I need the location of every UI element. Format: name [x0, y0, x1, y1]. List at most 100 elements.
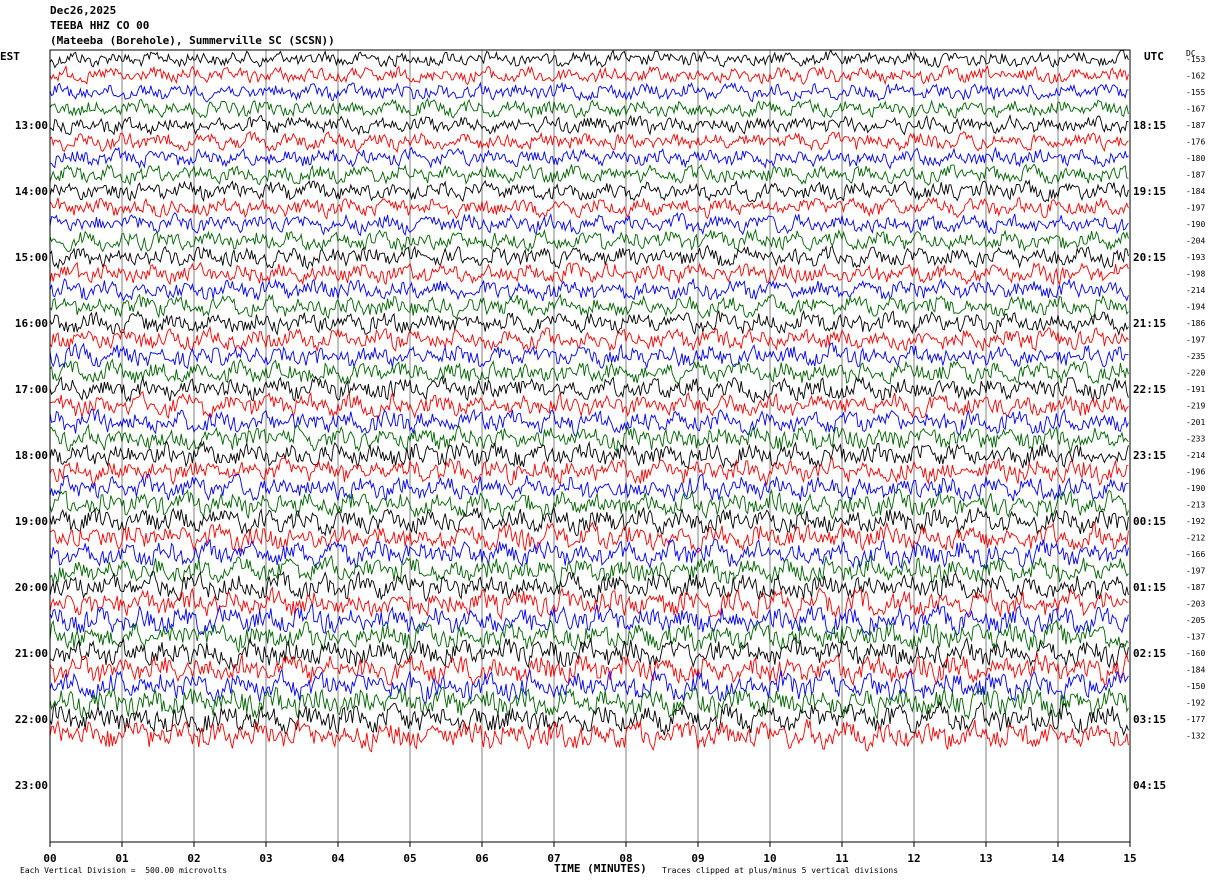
x-tick-label: 10	[763, 852, 776, 865]
x-tick-label: 15	[1123, 852, 1136, 865]
dc-offset-label: -197	[1186, 567, 1205, 576]
x-tick-label: 06	[475, 852, 489, 865]
trace-line	[49, 146, 1129, 170]
trace-line	[49, 97, 1129, 120]
x-tick-label: 13	[979, 852, 992, 865]
trace-line	[49, 196, 1129, 220]
dc-offset-label: -180	[1186, 154, 1205, 163]
est-hour-label: 21:00	[15, 647, 48, 660]
x-tick-label: 02	[187, 852, 200, 865]
dc-offset-label: -192	[1186, 699, 1205, 708]
dc-offset-label: -220	[1186, 369, 1205, 378]
trace-line	[49, 228, 1129, 253]
trace-line	[49, 81, 1129, 103]
est-hour-label: 14:00	[15, 185, 48, 198]
dc-offset-label: -198	[1186, 270, 1205, 279]
utc-hour-label: 22:15	[1133, 383, 1166, 396]
station-location: (Mateeba (Borehole), Summerville SC (SCS…	[50, 34, 335, 47]
dc-offset-label: -160	[1186, 649, 1205, 658]
trace-line	[49, 211, 1129, 237]
trace-line	[49, 358, 1129, 387]
trace-line	[49, 342, 1129, 370]
trace-line	[49, 473, 1129, 503]
helicorder-plot: 00 01 02 03 04 05 06 07 08 09 10 11 12 13 14 15 13:0014…	[15, 49, 1205, 865]
est-hour-label: 16:00	[15, 317, 48, 330]
dc-offset-label: -187	[1186, 583, 1205, 592]
x-tick-label: 00	[43, 852, 56, 865]
x-tick-label: 03	[259, 852, 272, 865]
scale-note: Each Vertical Division = 500.00 microvol…	[20, 866, 228, 875]
utc-hour-label: 20:15	[1133, 251, 1166, 264]
trace-line	[49, 554, 1129, 588]
trace-line	[49, 130, 1129, 154]
dc-offset-label: -197	[1186, 204, 1205, 213]
trace-line	[49, 244, 1129, 271]
est-hour-label: 19:00	[15, 515, 48, 528]
dc-offset-label: -191	[1186, 385, 1205, 394]
dc-offset-label: -190	[1186, 484, 1205, 493]
dc-offset-label: -190	[1186, 220, 1205, 229]
dc-offset-label: -212	[1186, 534, 1205, 543]
dc-offset-label: -214	[1186, 286, 1205, 295]
trace-line	[49, 718, 1129, 753]
dc-offset-label: -213	[1186, 501, 1205, 510]
utc-hour-label: 01:15	[1133, 581, 1166, 594]
dc-offset-label: -214	[1186, 451, 1205, 460]
utc-hour-label: 04:15	[1133, 779, 1166, 792]
dc-offset-label: -186	[1186, 319, 1205, 328]
dc-offset-label: -219	[1186, 402, 1205, 411]
chart-date: Dec26,2025	[50, 4, 117, 17]
clip-note: Traces clipped at plus/minus 5 vertical …	[662, 866, 899, 875]
trace-line	[49, 277, 1129, 302]
est-axis-label: EST	[0, 50, 20, 63]
est-hour-label: 20:00	[15, 581, 48, 594]
est-hour-label: 22:00	[15, 713, 48, 726]
dc-offset-label: -177	[1186, 715, 1205, 724]
utc-hour-label: 18:15	[1133, 119, 1166, 132]
trace-line	[49, 65, 1129, 86]
utc-hour-label: 02:15	[1133, 647, 1166, 660]
x-tick-label: 14	[1051, 852, 1065, 865]
utc-hour-label: 03:15	[1133, 713, 1166, 726]
seismic-traces	[49, 49, 1129, 753]
dc-offset-label: -176	[1186, 138, 1205, 147]
dc-offset-label: -184	[1186, 187, 1205, 196]
dc-offset-label: -204	[1186, 237, 1205, 246]
dc-offset-label: -205	[1186, 616, 1205, 625]
trace-line	[49, 49, 1129, 69]
dc-offset-label: -203	[1186, 600, 1205, 609]
trace-line	[49, 603, 1129, 637]
x-tick-label: 11	[835, 852, 849, 865]
trace-line	[49, 113, 1129, 136]
est-hour-label: 18:00	[15, 449, 48, 462]
x-axis-title: TIME (MINUTES)	[554, 862, 647, 875]
trace-line	[49, 668, 1129, 704]
station-code: TEEBA HHZ CO 00	[50, 19, 150, 32]
utc-axis-label: UTC	[1144, 50, 1164, 63]
x-tick-label: 05	[403, 852, 416, 865]
trace-line	[49, 619, 1129, 654]
est-hour-label: 15:00	[15, 251, 48, 264]
dc-offset-label: -155	[1186, 88, 1205, 97]
est-hour-labels: 13:00 14:00 15:00 16:00 17:00 18:00 19:00 20:00…	[15, 119, 48, 792]
dc-offset-label: -196	[1186, 468, 1205, 477]
utc-hour-labels: 18:15 19:15 20:15 21:15 22:15 23:15 00:15 01:15…	[1133, 119, 1166, 792]
trace-line	[49, 293, 1129, 320]
trace-line	[49, 440, 1129, 470]
utc-hour-label: 21:15	[1133, 317, 1166, 330]
dc-offset-label: -201	[1186, 418, 1205, 427]
dc-offset-label: -233	[1186, 435, 1205, 444]
x-tick-label: 12	[907, 852, 920, 865]
dc-column-label: DC	[1186, 49, 1196, 58]
est-hour-label: 23:00	[15, 779, 48, 792]
trace-line	[49, 325, 1129, 352]
dc-offset-label: -235	[1186, 352, 1205, 361]
dc-offset-label: -192	[1186, 517, 1205, 526]
trace-line	[49, 375, 1129, 404]
trace-line	[49, 261, 1129, 286]
dc-offset-label: -166	[1186, 550, 1205, 559]
utc-hour-label: 00:15	[1133, 515, 1166, 528]
dc-offset-label: -187	[1186, 121, 1205, 130]
trace-line	[49, 456, 1129, 487]
trace-line	[49, 538, 1129, 570]
